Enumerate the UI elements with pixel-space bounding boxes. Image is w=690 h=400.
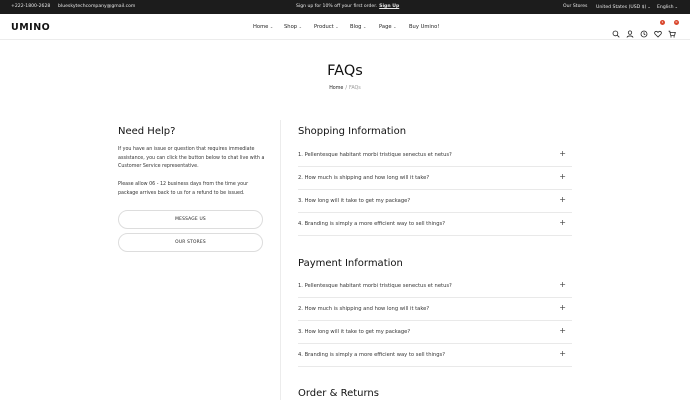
breadcrumb-current: FAQs (349, 86, 361, 91)
chevron-down-icon: ⌄ (298, 24, 302, 29)
faq-item[interactable]: 4. Branding is simply a more efficient w… (298, 344, 572, 367)
nav-shop-label: Shop (284, 24, 298, 30)
logo[interactable]: UMINO (11, 22, 50, 33)
currency-label: United States (USD $) (596, 5, 647, 10)
site-header: UMINO Home ⌄ Shop ⌄ Product ⌄ Blog ⌄ Page ⌄ B… (0, 14, 690, 40)
our-stores-button[interactable]: OUR STORES (118, 233, 263, 252)
plus-icon[interactable]: + (559, 326, 566, 336)
faq-item[interactable]: 1. Pellentesque habitant morbi tristique… (298, 144, 572, 167)
nav-home-label: Home (253, 24, 269, 30)
nav-product[interactable]: Product ⌄ (314, 24, 339, 30)
account-icon[interactable] (626, 23, 634, 38)
faq-question: 4. Branding is simply a more efficient w… (298, 352, 445, 358)
plus-icon[interactable]: + (559, 280, 566, 290)
history-icon[interactable] (640, 23, 648, 38)
chevron-down-icon: ⌄ (335, 24, 339, 29)
plus-icon[interactable]: + (559, 349, 566, 359)
faq-question: 3. How long will it take to get my packa… (298, 329, 411, 335)
signup-link[interactable]: Sign Up (379, 4, 399, 9)
promo-text: Sign up for 10% off your first order. (296, 4, 378, 9)
topbar-promo: Sign up for 10% off your first order. Sig… (296, 4, 399, 10)
nav-product-label: Product (314, 24, 334, 30)
chevron-down-icon: ⌄ (393, 24, 397, 29)
chevron-down-icon: ⌄ (269, 24, 274, 29)
section-title-payment: Payment Information (298, 258, 403, 269)
currency-selector[interactable]: United States (USD $)⌄ (596, 4, 651, 11)
section-title-shopping: Shopping Information (298, 126, 407, 137)
breadcrumb: Home / FAQs (0, 86, 690, 91)
plus-icon[interactable]: + (559, 303, 566, 313)
language-label: English (657, 5, 674, 10)
nav-blog[interactable]: Blog ⌄ (350, 24, 366, 30)
breadcrumb-home[interactable]: Home (329, 86, 343, 91)
nav-buy-umino[interactable]: Buy Umino! (409, 24, 439, 30)
faq-item[interactable]: 4. Branding is simply a more efficient w… (298, 213, 572, 236)
chevron-down-icon: ⌄ (362, 24, 367, 29)
help-title: Need Help? (118, 126, 176, 137)
faq-question: 4. Branding is simply a more efficient w… (298, 221, 445, 227)
plus-icon[interactable]: + (559, 172, 566, 182)
nav-buy-label: Buy Umino! (409, 24, 440, 30)
help-paragraph-1: If you have an issue or question that re… (118, 147, 265, 170)
faq-item[interactable]: 3. How long will it take to get my packa… (298, 321, 572, 344)
nav-page[interactable]: Page ⌄ (379, 24, 396, 30)
page-title: FAQs (327, 63, 363, 79)
faq-question: 2. How much is shipping and how long wil… (298, 175, 430, 181)
nav-page-label: Page (379, 24, 392, 30)
message-us-button[interactable]: MESSAGE US (118, 210, 263, 229)
language-selector[interactable]: English⌄ (657, 4, 678, 11)
search-icon[interactable] (612, 23, 620, 38)
column-divider (280, 120, 281, 400)
topbar-email[interactable]: blueskytechcompany@gmail.com (58, 4, 135, 10)
faq-question: 3. How long will it take to get my packa… (298, 198, 411, 204)
chevron-down-icon: ⌄ (674, 4, 678, 9)
faq-item[interactable]: 2. How much is shipping and how long wil… (298, 298, 572, 321)
faq-question: 2. How much is shipping and how long wil… (298, 306, 430, 312)
faq-question: 1. Pellentesque habitant morbi tristique… (298, 152, 452, 158)
faq-item[interactable]: 3. How long will it take to get my packa… (298, 190, 572, 213)
nav-shop[interactable]: Shop ⌄ (284, 24, 302, 30)
topbar-phone[interactable]: +222-1800-2628 (11, 4, 50, 10)
our-stores-link[interactable]: Our Stores (563, 4, 587, 10)
chevron-down-icon: ⌄ (647, 4, 651, 9)
nav-home[interactable]: Home ⌄ (253, 24, 273, 30)
cart-count-badge: 0 (674, 20, 679, 25)
plus-icon[interactable]: + (559, 218, 566, 228)
section-title-orders: Order & Returns (298, 388, 379, 399)
plus-icon[interactable]: + (559, 195, 566, 205)
wishlist-count-badge: 1 (660, 20, 665, 25)
breadcrumb-separator: / (345, 86, 347, 91)
nav-blog-label: Blog (350, 24, 362, 30)
top-bar: +222-1800-2628 blueskytechcompany@gmail.… (0, 0, 690, 14)
wishlist-icon[interactable]: 1 (654, 20, 665, 38)
cart-icon[interactable]: 0 (668, 20, 679, 38)
help-paragraph-2: Please allow 06 - 12 business days from … (118, 182, 249, 196)
faq-question: 1. Pellentesque habitant morbi tristique… (298, 283, 452, 289)
faq-item[interactable]: 1. Pellentesque habitant morbi tristique… (298, 275, 572, 298)
plus-icon[interactable]: + (559, 149, 566, 159)
faq-item[interactable]: 2. How much is shipping and how long wil… (298, 167, 572, 190)
